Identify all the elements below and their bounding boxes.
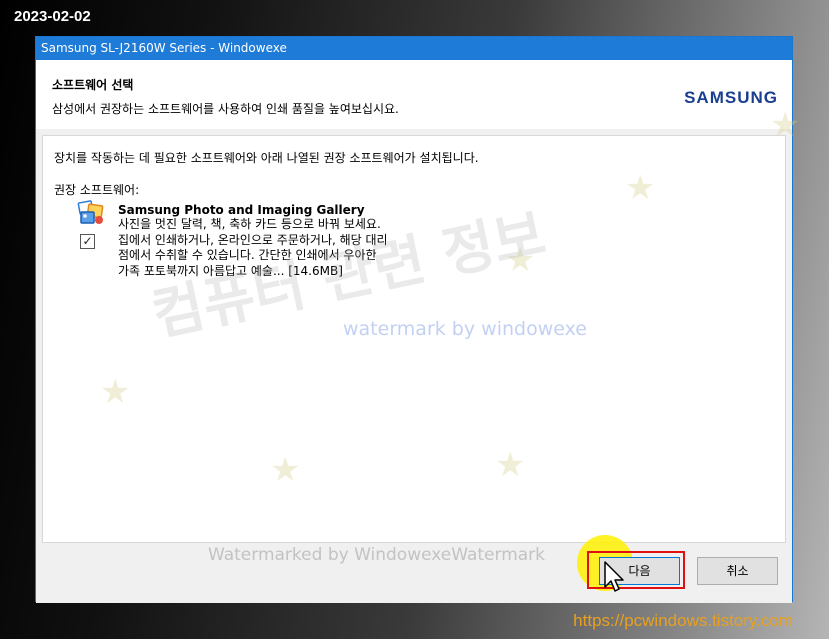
- samsung-logo: SAMSUNG: [684, 88, 778, 107]
- next-button-highlight: [587, 551, 685, 589]
- mouse-cursor-icon: [604, 561, 624, 592]
- watermark-small: watermark by windowexe: [343, 318, 587, 340]
- cancel-button[interactable]: 취소: [697, 557, 778, 585]
- software-name: Samsung Photo and Imaging Gallery: [118, 203, 365, 217]
- star-decoration-icon: ★: [770, 105, 801, 145]
- star-decoration-icon: ★: [270, 450, 301, 490]
- intro-text: 장치를 작동하는 데 필요한 소프트웨어와 아래 나열된 권장 소프트웨어가 설…: [54, 151, 479, 165]
- recommended-label: 권장 소프트웨어:: [54, 183, 140, 197]
- page-title: 소프트웨어 선택: [52, 78, 134, 92]
- window-title: Samsung SL-J2160W Series - Windowexe: [36, 37, 792, 60]
- installer-header: 소프트웨어 선택 삼성에서 권장하는 소프트웨어를 사용하여 인쇄 품질을 높여…: [36, 60, 792, 129]
- photo-gallery-icon: [77, 200, 104, 224]
- star-decoration-icon: ★: [495, 445, 526, 485]
- content-area: 장치를 작동하는 데 필요한 소프트웨어와 아래 나열된 권장 소프트웨어가 설…: [36, 129, 792, 603]
- star-decoration-icon: ★: [625, 168, 656, 208]
- software-checkbox[interactable]: ✓: [80, 234, 95, 249]
- watermark-bottom: Watermarked by WindowexeWatermark: [208, 545, 546, 565]
- star-decoration-icon: ★: [100, 372, 131, 412]
- blog-url: https://pcwindows.tistory.com: [573, 611, 793, 630]
- page-subtitle: 삼성에서 권장하는 소프트웨어를 사용하여 인쇄 품질을 높여보십시요.: [52, 102, 399, 116]
- desktop-date: 2023-02-02: [14, 8, 91, 25]
